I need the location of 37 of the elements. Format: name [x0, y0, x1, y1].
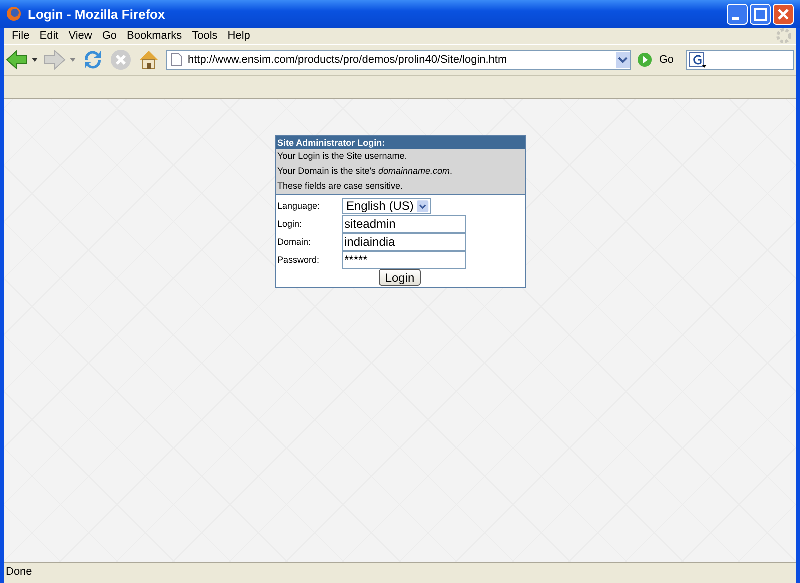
menu-item[interactable]: Help — [224, 30, 256, 42]
menu-item[interactable]: File — [8, 30, 36, 42]
dropdown-caret-icon[interactable] — [32, 58, 38, 62]
input-field[interactable]: siteadmin — [342, 215, 466, 233]
login-button[interactable]: Login — [379, 269, 421, 286]
search-engine-icon[interactable] — [689, 52, 707, 68]
back-arrow-icon[interactable] — [6, 50, 28, 70]
password-field[interactable]: ***** — [342, 251, 466, 269]
panel-title: Site Administrator Login: — [276, 136, 524, 149]
menu-item[interactable]: Edit — [36, 30, 65, 42]
window-title: Login - Mozilla Firefox — [28, 6, 166, 22]
menu-item[interactable]: View — [64, 30, 98, 42]
status-text: Done — [4, 562, 796, 583]
field-label: Login: — [278, 218, 304, 231]
minimize-button[interactable] — [727, 4, 748, 24]
language-dropdown[interactable]: English (US) — [342, 198, 430, 214]
menu-item[interactable]: Go — [98, 30, 124, 42]
address-field[interactable]: http://www.ensim.com/products/pro/demos/prolin40/Site/login.htm — [166, 50, 632, 70]
close-button[interactable] — [773, 4, 794, 24]
note-text: Your Login is the Site username. — [278, 150, 408, 163]
input-field[interactable]: indiaindia — [342, 233, 466, 251]
field-label: Password: — [278, 254, 321, 267]
go-link[interactable]: Go — [659, 54, 674, 66]
reload-icon[interactable] — [82, 49, 104, 71]
go-icon[interactable] — [637, 52, 654, 68]
note-text: Your Domain is the site's domainname.com. — [278, 165, 454, 178]
page-icon — [171, 53, 183, 67]
field-label: Domain: — [278, 236, 312, 249]
field-label: Language: — [278, 200, 322, 213]
throbber-icon — [776, 28, 792, 44]
maximize-button[interactable] — [750, 4, 771, 24]
search-field[interactable] — [686, 50, 794, 70]
home-icon[interactable] — [138, 49, 160, 71]
browser-logo-icon — [6, 6, 22, 22]
menu-item[interactable]: Tools — [188, 30, 224, 42]
menu-item[interactable]: Bookmarks — [123, 30, 188, 42]
note-text: These fields are case sensitive. — [278, 180, 404, 193]
